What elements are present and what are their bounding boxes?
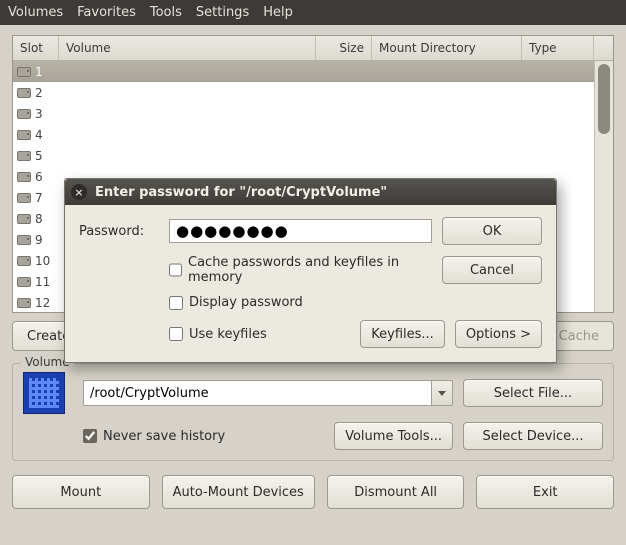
slot-number: 7 — [35, 191, 43, 205]
never-save-history-checkbox[interactable] — [83, 429, 97, 443]
th-spacer — [594, 36, 613, 60]
slot-number: 10 — [35, 254, 50, 268]
volume-path-dropdown[interactable] — [431, 380, 453, 406]
th-size[interactable]: Size — [316, 36, 372, 60]
table-row[interactable]: 2 — [13, 82, 594, 103]
volume-tools-button[interactable]: Volume Tools... — [334, 422, 453, 450]
never-save-history-label: Never save history — [103, 429, 225, 444]
th-mount[interactable]: Mount Directory — [372, 36, 522, 60]
drive-icon — [17, 67, 31, 77]
drive-icon — [17, 277, 31, 287]
drive-icon — [17, 214, 31, 224]
dismount-all-button[interactable]: Dismount All — [327, 475, 465, 509]
th-slot[interactable]: Slot — [13, 36, 59, 60]
chevron-down-icon — [438, 391, 446, 396]
auto-mount-button[interactable]: Auto-Mount Devices — [162, 475, 315, 509]
display-password-label: Display password — [189, 295, 303, 310]
drive-icon — [17, 193, 31, 203]
slot-number: 12 — [35, 296, 50, 310]
cache-passwords-checkbox[interactable] — [169, 263, 182, 277]
cancel-button[interactable]: Cancel — [442, 256, 542, 284]
options-button[interactable]: Options > — [455, 320, 542, 348]
slot-number: 11 — [35, 275, 50, 289]
slot-number: 5 — [35, 149, 43, 163]
drive-icon — [17, 256, 31, 266]
menu-volumes[interactable]: Volumes — [8, 5, 63, 20]
slot-number: 8 — [35, 212, 43, 226]
password-input[interactable] — [169, 219, 432, 243]
cache-passwords-label: Cache passwords and keyfiles in memory — [188, 255, 432, 285]
use-keyfiles-checkbox[interactable] — [169, 327, 183, 341]
keyfiles-button[interactable]: Keyfiles... — [360, 320, 445, 348]
dialog-title: Enter password for "/root/CryptVolume" — [95, 185, 387, 200]
slot-number: 4 — [35, 128, 43, 142]
menu-settings[interactable]: Settings — [196, 5, 249, 20]
slot-number: 9 — [35, 233, 43, 247]
password-label: Password: — [79, 224, 159, 239]
scrollbar[interactable] — [594, 61, 613, 312]
volume-path-combo[interactable] — [83, 380, 453, 406]
slot-number: 3 — [35, 107, 43, 121]
slot-number: 6 — [35, 170, 43, 184]
drive-icon — [17, 109, 31, 119]
mount-button[interactable]: Mount — [12, 475, 150, 509]
table-header: Slot Volume Size Mount Directory Type — [13, 36, 613, 61]
table-row[interactable]: 5 — [13, 145, 594, 166]
table-row[interactable]: 1 — [13, 61, 594, 82]
password-dialog: × Enter password for "/root/CryptVolume"… — [64, 178, 557, 363]
menu-favorites[interactable]: Favorites — [77, 5, 136, 20]
select-file-button[interactable]: Select File... — [463, 379, 603, 407]
slot-number: 1 — [35, 65, 43, 79]
drive-icon — [17, 88, 31, 98]
menu-help[interactable]: Help — [263, 5, 293, 20]
drive-icon — [17, 172, 31, 182]
drive-icon — [17, 130, 31, 140]
slot-number: 2 — [35, 86, 43, 100]
use-keyfiles-label: Use keyfiles — [189, 327, 267, 342]
menubar[interactable]: Volumes Favorites Tools Settings Help — [0, 0, 626, 25]
exit-button[interactable]: Exit — [476, 475, 614, 509]
volume-frame: Volume Select File... Never save history… — [12, 363, 614, 461]
menu-tools[interactable]: Tools — [150, 5, 182, 20]
display-password-checkbox[interactable] — [169, 296, 183, 310]
table-row[interactable]: 3 — [13, 103, 594, 124]
app-logo-icon — [23, 372, 65, 414]
scroll-thumb[interactable] — [598, 64, 610, 134]
drive-icon — [17, 298, 31, 308]
table-row[interactable]: 4 — [13, 124, 594, 145]
drive-icon — [17, 151, 31, 161]
th-volume[interactable]: Volume — [59, 36, 316, 60]
drive-icon — [17, 235, 31, 245]
volume-path-input[interactable] — [83, 380, 431, 406]
th-type[interactable]: Type — [522, 36, 594, 60]
ok-button[interactable]: OK — [442, 217, 542, 245]
close-icon[interactable]: × — [71, 184, 87, 200]
select-device-button[interactable]: Select Device... — [463, 422, 603, 450]
